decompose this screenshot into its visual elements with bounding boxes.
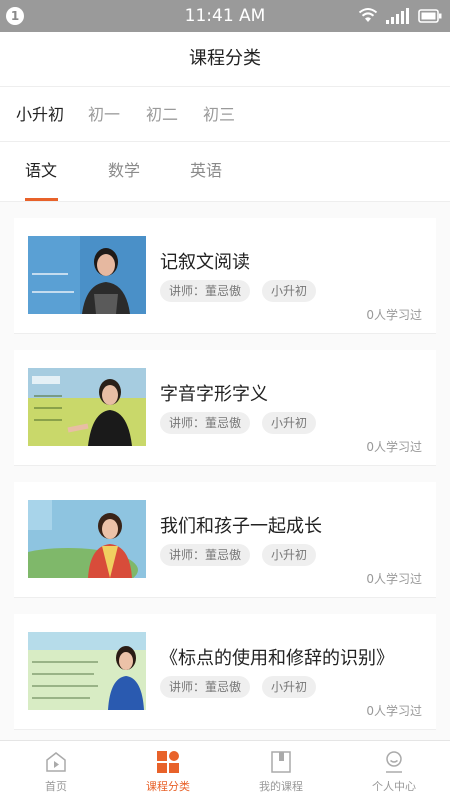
nav-category[interactable]: 课程分类 — [112, 741, 224, 800]
page-title: 课程分类 — [0, 32, 450, 86]
tab-grade-3[interactable]: 初三 — [203, 87, 235, 143]
subject-tabs: 语文 数学 英语 — [0, 142, 450, 202]
book-icon — [271, 751, 291, 773]
active-tab-indicator — [25, 198, 58, 201]
course-thumbnail — [28, 632, 146, 710]
nav-home-label: 首页 — [45, 780, 67, 793]
course-list: 记叙文阅读 讲师：董忌傲 小升初 0人学习过 字音字形字义 讲师：董忌傲 小升初… — [0, 202, 450, 740]
nav-profile-label: 个人中心 — [372, 780, 416, 793]
bottom-nav: 首页 课程分类 我的课程 个人中心 — [0, 740, 450, 800]
nav-home[interactable]: 首页 — [0, 741, 112, 800]
course-thumbnail — [28, 500, 146, 578]
course-title: 记叙文阅读 — [160, 252, 250, 273]
course-card[interactable]: 我们和孩子一起成长 讲师：董忌傲 小升初 0人学习过 — [14, 482, 436, 598]
course-card[interactable]: 字音字形字义 讲师：董忌傲 小升初 0人学习过 — [14, 350, 436, 466]
teacher-tag: 讲师：董忌傲 — [160, 412, 251, 434]
course-thumbnail — [28, 368, 146, 446]
user-icon — [386, 751, 402, 773]
home-play-icon — [46, 752, 66, 772]
grade-tabs: 小升初 初一 初二 初三 — [0, 86, 450, 142]
learned-count: 0人学习过 — [366, 704, 422, 718]
nav-profile[interactable]: 个人中心 — [338, 741, 450, 800]
nav-my-courses[interactable]: 我的课程 — [225, 741, 337, 800]
teacher-tag: 讲师：董忌傲 — [160, 676, 251, 698]
learned-count: 0人学习过 — [366, 572, 422, 586]
course-title: 字音字形字义 — [160, 384, 268, 405]
status-time: 11:41 AM — [184, 6, 266, 26]
course-card[interactable]: 《标点的使用和修辞的识别》 讲师：董忌傲 小升初 0人学习过 — [14, 614, 436, 730]
tab-subject-english[interactable]: 英语 — [190, 142, 222, 200]
wifi-icon — [358, 8, 378, 22]
tab-subject-chinese[interactable]: 语文 — [25, 142, 57, 200]
tab-grade-primary-to-junior[interactable]: 小升初 — [16, 87, 64, 143]
course-card[interactable]: 记叙文阅读 讲师：董忌傲 小升初 0人学习过 — [14, 218, 436, 334]
level-tag: 小升初 — [262, 544, 317, 566]
level-tag: 小升初 — [262, 676, 317, 698]
tab-grade-2[interactable]: 初二 — [146, 87, 178, 143]
level-tag: 小升初 — [262, 412, 317, 434]
course-thumbnail — [28, 236, 146, 314]
course-title: 《标点的使用和修辞的识别》 — [160, 648, 394, 669]
tab-grade-1[interactable]: 初一 — [88, 87, 120, 143]
nav-my-courses-label: 我的课程 — [259, 780, 303, 793]
teacher-tag: 讲师：董忌傲 — [160, 544, 251, 566]
signal-icon — [386, 8, 409, 24]
status-bar: 1 11:41 AM — [0, 0, 450, 32]
tab-subject-math[interactable]: 数学 — [108, 142, 140, 200]
category-grid-icon — [157, 751, 179, 773]
teacher-tag: 讲师：董忌傲 — [160, 280, 251, 302]
learned-count: 0人学习过 — [366, 440, 422, 454]
course-title: 我们和孩子一起成长 — [160, 516, 322, 537]
learned-count: 0人学习过 — [366, 308, 422, 322]
battery-icon — [418, 9, 442, 23]
nav-category-label: 课程分类 — [146, 780, 190, 793]
level-tag: 小升初 — [262, 280, 317, 302]
